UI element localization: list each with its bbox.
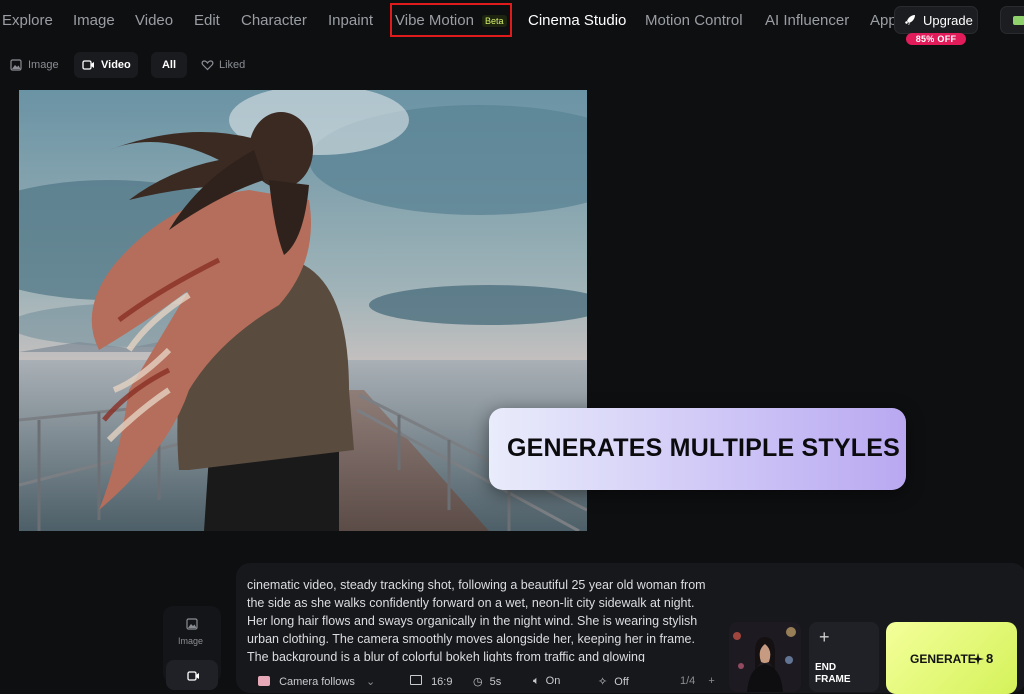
duration-label: 5s bbox=[489, 676, 502, 688]
nav-video[interactable]: Video bbox=[135, 12, 173, 29]
sparkle-icon: ✧ bbox=[598, 676, 608, 688]
plus-icon: + bbox=[708, 675, 715, 687]
filter-all[interactable]: All bbox=[151, 52, 187, 78]
image-mode-label[interactable]: Image bbox=[178, 636, 203, 646]
enhance-toggle[interactable]: ✧ Off bbox=[598, 675, 629, 688]
assets-button[interactable] bbox=[1000, 6, 1024, 34]
aspect-ratio-label: 16:9 bbox=[431, 676, 453, 688]
camera-motion-select[interactable]: Camera follows ⌄ bbox=[258, 675, 375, 688]
speaker-icon: 🔈︎ bbox=[533, 675, 540, 687]
audio-label: On bbox=[545, 675, 561, 687]
generate-cost: 8 bbox=[986, 651, 994, 666]
output-count-stepper[interactable]: 1/4 + bbox=[680, 675, 715, 687]
prompt-textarea[interactable]: cinematic video, steady tracking shot, f… bbox=[247, 576, 717, 662]
upgrade-button[interactable]: Upgrade bbox=[894, 6, 978, 34]
image-icon bbox=[10, 59, 22, 71]
upgrade-label: Upgrade bbox=[923, 13, 973, 28]
filter-video[interactable]: Video bbox=[74, 52, 138, 78]
filter-liked-label: Liked bbox=[219, 59, 246, 71]
nav-character[interactable]: Character bbox=[241, 12, 307, 29]
filter-image[interactable]: Image bbox=[4, 52, 68, 78]
nav-inpaint[interactable]: Inpaint bbox=[328, 12, 373, 29]
nav-motion-control[interactable]: Motion Control bbox=[645, 12, 743, 29]
heart-icon bbox=[201, 60, 214, 71]
start-frame-thumbnail[interactable] bbox=[729, 622, 801, 692]
nav-ai-influencer[interactable]: AI Influencer bbox=[765, 12, 849, 29]
filter-video-label: Video bbox=[101, 59, 131, 71]
filter-all-label: All bbox=[161, 59, 177, 71]
folder-icon bbox=[1013, 16, 1024, 25]
video-mode-icon bbox=[187, 671, 199, 681]
top-navigation: Explore Image Video Edit Character Inpai… bbox=[0, 0, 1024, 45]
duration-select[interactable]: ◷ 5s bbox=[473, 675, 501, 688]
enhance-label: Off bbox=[614, 676, 629, 688]
image-mode-icon[interactable] bbox=[186, 618, 198, 630]
highlight-box bbox=[390, 3, 512, 37]
city-portrait-image bbox=[729, 622, 801, 692]
nav-explore[interactable]: Explore bbox=[2, 12, 53, 29]
chevron-down-icon: ⌄ bbox=[365, 676, 376, 688]
end-frame-label: END FRAME bbox=[815, 662, 851, 685]
filter-liked[interactable]: Liked bbox=[195, 52, 257, 78]
aspect-ratio-icon bbox=[410, 675, 422, 685]
video-icon bbox=[82, 60, 94, 70]
filter-image-label: Image bbox=[28, 59, 59, 71]
aspect-ratio-select[interactable]: 16:9 bbox=[410, 675, 452, 688]
clock-icon: ◷ bbox=[473, 676, 483, 688]
nav-edit[interactable]: Edit bbox=[194, 12, 220, 29]
nav-apps[interactable]: App bbox=[870, 12, 897, 29]
video-mode-button[interactable] bbox=[166, 660, 218, 690]
generate-label: GENERATE bbox=[910, 652, 976, 666]
rocket-icon bbox=[905, 15, 915, 25]
promo-banner: GENERATES MULTIPLE STYLES bbox=[489, 408, 906, 490]
camera-icon bbox=[258, 676, 270, 686]
generate-button[interactable]: GENERATE 8 bbox=[886, 622, 1017, 694]
nav-image[interactable]: Image bbox=[73, 12, 115, 29]
plus-icon: + bbox=[819, 627, 830, 647]
camera-motion-label: Camera follows bbox=[279, 676, 355, 688]
output-count-label: 1/4 bbox=[680, 675, 696, 687]
discount-badge: 85% OFF bbox=[906, 33, 966, 45]
nav-cinema-studio[interactable]: Cinema Studio bbox=[528, 12, 626, 29]
audio-toggle[interactable]: 🔈︎ On bbox=[533, 675, 560, 688]
sparkle-icon bbox=[972, 653, 984, 665]
end-frame-button[interactable]: + END FRAME bbox=[809, 622, 879, 692]
promo-banner-text: GENERATES MULTIPLE STYLES bbox=[507, 434, 900, 462]
